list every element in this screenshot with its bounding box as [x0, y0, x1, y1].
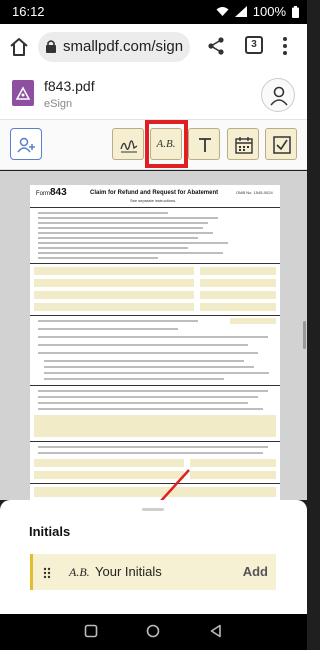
- initials-list-item[interactable]: A.B. Your Initials Add: [30, 554, 276, 590]
- home-nav-icon[interactable]: [146, 624, 160, 643]
- system-nav-bar: [0, 614, 307, 650]
- initials-preview: A.B.: [69, 565, 90, 579]
- initials-bottom-sheet: Initials A.B. Your Initials Add: [0, 500, 307, 614]
- initials-item-label: Your Initials: [95, 564, 162, 579]
- add-initials-button[interactable]: Add: [243, 564, 268, 579]
- drag-handle-icon[interactable]: [43, 566, 51, 584]
- recents-icon[interactable]: [84, 624, 98, 643]
- back-icon[interactable]: [209, 624, 223, 643]
- sheet-drag-handle[interactable]: [142, 508, 164, 511]
- sheet-title: Initials: [29, 524, 71, 539]
